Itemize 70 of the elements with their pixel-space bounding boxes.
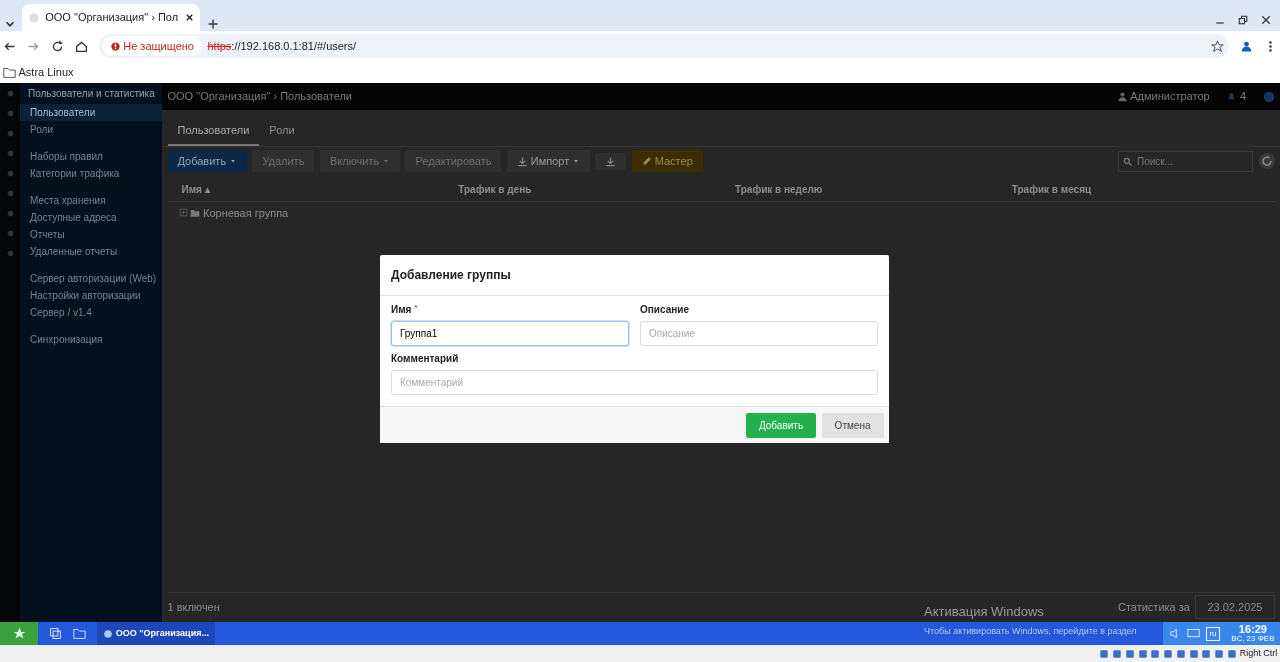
app-icon (103, 628, 113, 639)
clock-time: 16:29 (1238, 624, 1267, 635)
monitor-icon[interactable] (1187, 627, 1201, 640)
field-label: Имя (391, 302, 412, 317)
profile-icon[interactable] (1240, 39, 1254, 53)
star-icon (12, 627, 26, 640)
sidebar-item[interactable]: Доступные адреса (20, 209, 162, 226)
column-header[interactable]: Имя ▴ (167, 177, 445, 202)
expand-icon[interactable] (178, 208, 188, 218)
download-button[interactable] (595, 152, 627, 170)
reload-icon[interactable] (50, 39, 64, 53)
sidebar-item[interactable]: Настройки авторизации (20, 287, 162, 304)
footer-summary: 1 включен (167, 600, 220, 615)
browser-tab[interactable]: ООО "Организация" › Пол (22, 4, 201, 31)
toolbar-button[interactable]: Мастер (631, 149, 703, 173)
field-label: Описание (640, 302, 689, 317)
add-button[interactable]: Добавить (745, 412, 817, 438)
sidebar-item[interactable]: Пользователи (20, 104, 162, 121)
caret-icon (382, 157, 390, 165)
sidebar-item[interactable]: Сервер авторизации (Web) (20, 270, 162, 287)
caret-icon (228, 157, 237, 165)
notifications-button[interactable]: 4 (1226, 88, 1246, 105)
input-field[interactable]: Описание (640, 320, 878, 346)
column-header[interactable]: Трафик в месяц (997, 177, 1275, 202)
host-key-label: Right Ctrl (1239, 646, 1278, 660)
sidebar-item[interactable]: Синхронизация (20, 331, 162, 348)
page-tab[interactable]: Пользователи (167, 115, 260, 146)
date-field[interactable]: 23.02.2025 (1195, 595, 1275, 620)
clock-date: ВС, 23 ФЕВ (1231, 635, 1275, 643)
close-icon[interactable] (1259, 13, 1272, 26)
sidebar-item[interactable]: Отчеты (20, 226, 162, 243)
caret-icon (571, 157, 580, 165)
sidebar-item[interactable]: Сервер / v1.4 (20, 304, 162, 321)
security-badge[interactable]: Не защищено (101, 35, 202, 57)
tab-title: ООО "Организация" › Пол (45, 10, 179, 26)
restore-icon[interactable] (1236, 13, 1249, 26)
language-indicator[interactable]: ru (1205, 626, 1221, 641)
field-label: Комментарий (391, 352, 459, 366)
page-tab[interactable]: Роли (259, 115, 305, 146)
input-field[interactable]: Группа1 (391, 320, 629, 346)
search-field[interactable]: Поиск... (1118, 150, 1253, 172)
stats-label: Статистика за (1117, 600, 1190, 615)
sidebar-title: Пользователи и статистика (27, 87, 156, 101)
toolbar-button[interactable]: Добавить (167, 149, 247, 173)
sidebar-item[interactable]: Места хранения (20, 192, 162, 209)
windows-icon[interactable] (49, 627, 62, 640)
input-field[interactable]: Комментарий (391, 370, 878, 395)
address-field[interactable]: Не защищено https://192.168.0.1:81/#/users/ (98, 34, 1230, 58)
pencil-icon (641, 156, 652, 166)
star-icon[interactable] (1210, 39, 1224, 53)
column-header[interactable]: Трафик в неделю (721, 177, 998, 202)
activation-text: Чтобы активировать Windows, перейдите в раздел (924, 624, 1137, 638)
sidebar-item[interactable]: Наборы правил (20, 148, 162, 165)
taskbar-item[interactable]: ООО "Организация... (97, 622, 215, 645)
sidebar-item[interactable]: Удаленные отчеты (20, 243, 162, 260)
tree-item[interactable]: Корневая группа (203, 204, 289, 221)
dialog-title: Добавление группы (391, 267, 512, 284)
refresh-icon[interactable] (1258, 153, 1275, 169)
sidebar-item[interactable]: Категории трафика (20, 165, 162, 182)
user-menu[interactable]: Администратор (1116, 88, 1210, 105)
breadcrumb[interactable]: ООО "Организация" › Пользователи (167, 88, 352, 105)
sidebar-item[interactable]: Роли (20, 121, 162, 138)
cancel-button[interactable]: Отмена (821, 412, 884, 438)
warning-icon (109, 40, 121, 52)
bookmark[interactable]: Astra Linux (2, 63, 74, 81)
toolbar-button[interactable]: Импорт (507, 149, 590, 173)
start-button[interactable] (0, 622, 38, 645)
required-mark: * (414, 301, 418, 314)
url-text: https://192.168.0.1:81/#/users/ (207, 38, 357, 54)
column-header[interactable]: Трафик в день (444, 177, 721, 202)
